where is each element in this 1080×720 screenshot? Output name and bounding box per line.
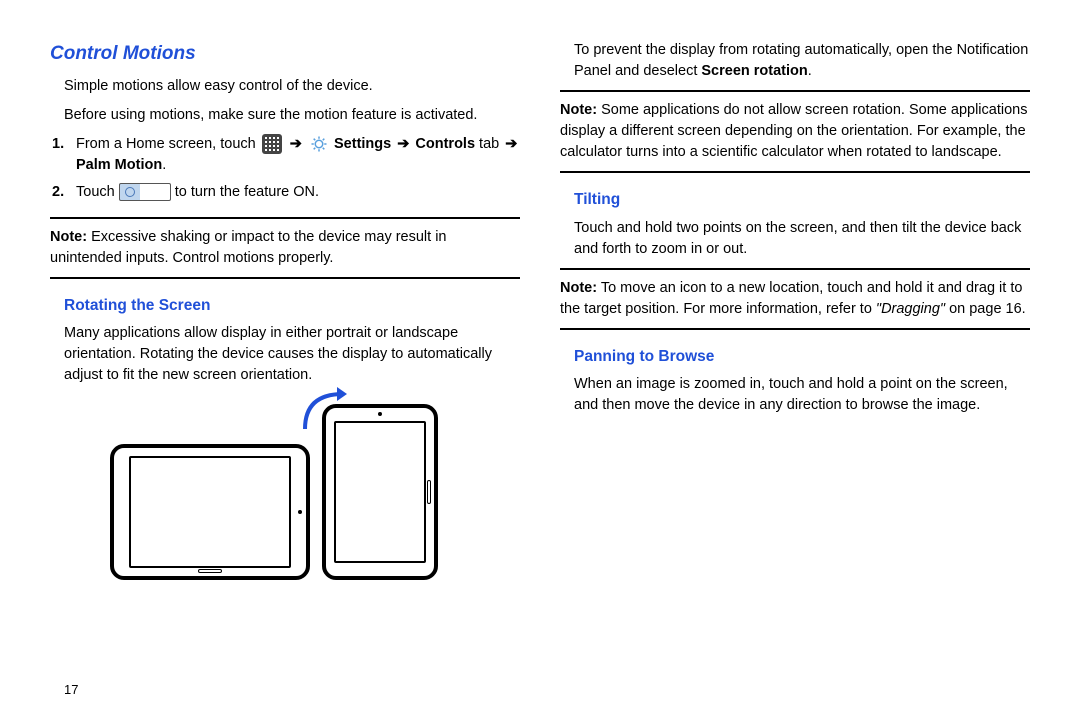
note-text: Excessive shaking or impact to the devic… bbox=[50, 229, 447, 266]
step-text: tab bbox=[475, 136, 503, 152]
page-number: 17 bbox=[50, 669, 520, 700]
note-label: Note: bbox=[560, 102, 597, 118]
inline-bold: Screen rotation bbox=[701, 63, 807, 79]
paragraph: Touch and hold two points on the screen,… bbox=[560, 218, 1030, 260]
step-1: 1. From a Home screen, touch ➔ Settings … bbox=[76, 134, 520, 176]
tablet-landscape-icon bbox=[110, 444, 310, 580]
arrow-icon: ➔ bbox=[505, 134, 517, 155]
note-label: Note: bbox=[50, 229, 87, 245]
note-label: Note: bbox=[560, 280, 597, 296]
note-text: on page 16. bbox=[945, 301, 1026, 317]
paragraph: To prevent the display from rotating aut… bbox=[560, 40, 1030, 82]
cross-reference-link: "Dragging" bbox=[876, 301, 945, 317]
paragraph: When an image is zoomed in, touch and ho… bbox=[560, 374, 1030, 416]
step-text: Touch bbox=[76, 184, 115, 200]
paragraph: Many applications allow display in eithe… bbox=[50, 323, 520, 386]
paragraph: Before using motions, make sure the moti… bbox=[50, 105, 520, 126]
step-label: Controls bbox=[415, 136, 475, 152]
note-block: Note: Excessive shaking or impact to the… bbox=[50, 217, 520, 279]
left-column: Control Motions Simple motions allow eas… bbox=[50, 40, 520, 700]
step-text: From a Home screen, touch bbox=[76, 136, 256, 152]
note-text: Some applications do not allow screen ro… bbox=[560, 102, 1027, 160]
tablet-portrait-icon bbox=[322, 404, 438, 580]
step-number: 2. bbox=[52, 182, 64, 203]
right-column: To prevent the display from rotating aut… bbox=[560, 40, 1030, 700]
step-text: to turn the feature ON. bbox=[175, 184, 319, 200]
arrow-icon: ➔ bbox=[290, 134, 302, 155]
settings-gear-icon bbox=[310, 135, 328, 153]
apps-grid-icon bbox=[262, 134, 282, 154]
steps-list: 1. From a Home screen, touch ➔ Settings … bbox=[50, 134, 520, 209]
step-label: Palm Motion bbox=[76, 157, 162, 173]
heading-control-motions: Control Motions bbox=[50, 40, 520, 68]
note-block: Note: To move an icon to a new location,… bbox=[560, 268, 1030, 330]
step-2: 2. Touch to turn the feature ON. bbox=[76, 182, 520, 203]
heading-panning: Panning to Browse bbox=[560, 346, 1030, 368]
step-number: 1. bbox=[52, 134, 64, 155]
heading-rotating: Rotating the Screen bbox=[50, 295, 520, 317]
step-label: Settings bbox=[334, 136, 391, 152]
toggle-switch-icon bbox=[119, 183, 171, 201]
paragraph: Simple motions allow easy control of the… bbox=[50, 76, 520, 97]
tablet-rotation-figure bbox=[50, 404, 520, 580]
paragraph-text: . bbox=[808, 63, 812, 79]
note-block: Note: Some applications do not allow scr… bbox=[560, 90, 1030, 173]
arrow-icon: ➔ bbox=[397, 134, 409, 155]
step-text: . bbox=[162, 157, 166, 173]
heading-tilting: Tilting bbox=[560, 189, 1030, 211]
